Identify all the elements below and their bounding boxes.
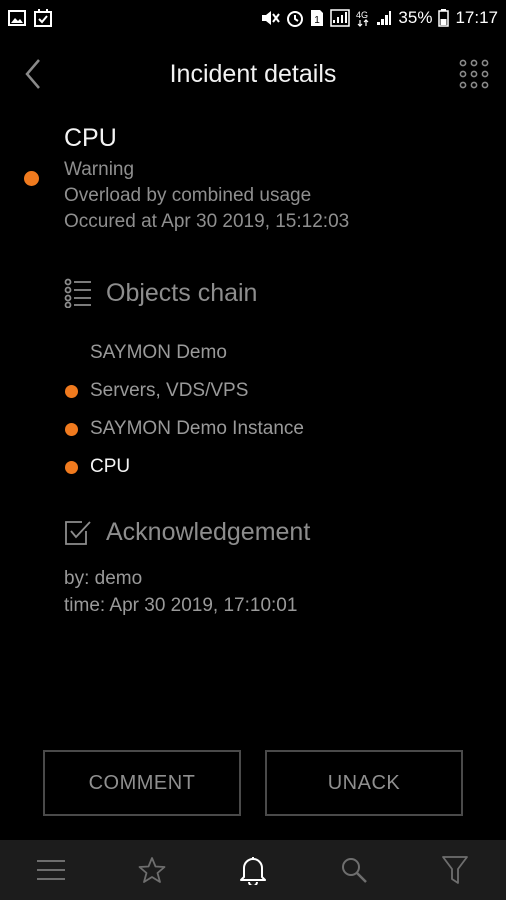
- acknowledgement-title: Acknowledgement: [106, 518, 311, 546]
- apps-menu-button[interactable]: [456, 56, 492, 92]
- menu-icon: [36, 860, 65, 880]
- gallery-notification-icon: [8, 10, 26, 26]
- chain-item-label: SAYMON Demo: [90, 342, 227, 363]
- bottom-navigation: [0, 840, 506, 900]
- search-icon: [342, 858, 368, 883]
- checkbox-checked-icon: [65, 520, 91, 545]
- status-dot: [65, 422, 78, 436]
- incident-severity: Warning: [64, 159, 135, 180]
- task-notification-icon: [34, 9, 52, 27]
- objects-chain-list: SAYMON Demo Servers, VDS/VPS SAYMON Demo…: [0, 334, 506, 486]
- battery-icon: [438, 9, 450, 27]
- nav-menu[interactable]: [26, 845, 76, 895]
- comment-button[interactable]: COMMENT: [43, 750, 241, 816]
- chain-item-label: CPU: [90, 456, 131, 477]
- ack-by: by: demo: [64, 568, 143, 589]
- mute-icon: [260, 9, 281, 27]
- chain-item-label: SAYMON Demo Instance: [90, 418, 305, 439]
- app-bar: Incident details: [0, 44, 506, 104]
- network-type-text: 4G: [356, 10, 368, 20]
- clock: 17:17: [455, 8, 498, 27]
- incident-status-dot: [24, 171, 39, 186]
- nav-filter[interactable]: [430, 845, 480, 895]
- objects-chain-header: Objects chain: [64, 278, 257, 308]
- battery-percent: 35%: [398, 8, 433, 27]
- chain-item-servers[interactable]: Servers, VDS/VPS: [0, 372, 506, 410]
- status-bar: 1 4G 35% 17:17: [0, 0, 506, 36]
- chain-item-demo-instance[interactable]: SAYMON Demo Instance: [0, 410, 506, 448]
- sim-slot-text: 1: [315, 15, 321, 26]
- incident-summary: CPU Warning Overload by combined usage O…: [64, 124, 484, 235]
- incident-occurred-time: Occured at Apr 30 2019, 15:12:03: [64, 211, 350, 232]
- bell-icon: [239, 857, 266, 885]
- status-dot: [65, 384, 78, 398]
- nav-favorites[interactable]: [127, 845, 177, 895]
- filter-icon: [442, 856, 469, 884]
- alarm-icon: [286, 9, 304, 27]
- network-4g-icon: 4G: [356, 9, 370, 27]
- page-title: Incident details: [169, 60, 337, 88]
- incident-object-name: CPU: [64, 124, 117, 152]
- chain-item-label: Servers, VDS/VPS: [90, 380, 249, 401]
- acknowledgement-info: by: demo time: Apr 30 2019, 17:10:01: [64, 565, 297, 619]
- nav-search[interactable]: [329, 845, 379, 895]
- signal-strength-icon: [376, 10, 392, 26]
- unack-button[interactable]: UNACK: [265, 750, 463, 816]
- list-tree-icon: [64, 278, 91, 308]
- nav-incidents[interactable]: [228, 845, 278, 895]
- status-dot: [65, 460, 78, 474]
- signal-icon: [330, 9, 351, 27]
- chain-item-saymon-demo[interactable]: SAYMON Demo: [0, 334, 506, 372]
- incident-description: Overload by combined usage: [64, 185, 312, 206]
- acknowledgement-header: Acknowledgement: [64, 518, 310, 547]
- sim-icon: 1: [310, 9, 324, 27]
- ack-time: time: Apr 30 2019, 17:10:01: [64, 595, 298, 616]
- chain-item-cpu[interactable]: CPU: [0, 448, 506, 486]
- grid-dots-icon: [459, 59, 489, 89]
- objects-chain-title: Objects chain: [106, 278, 258, 307]
- star-icon: [138, 857, 166, 883]
